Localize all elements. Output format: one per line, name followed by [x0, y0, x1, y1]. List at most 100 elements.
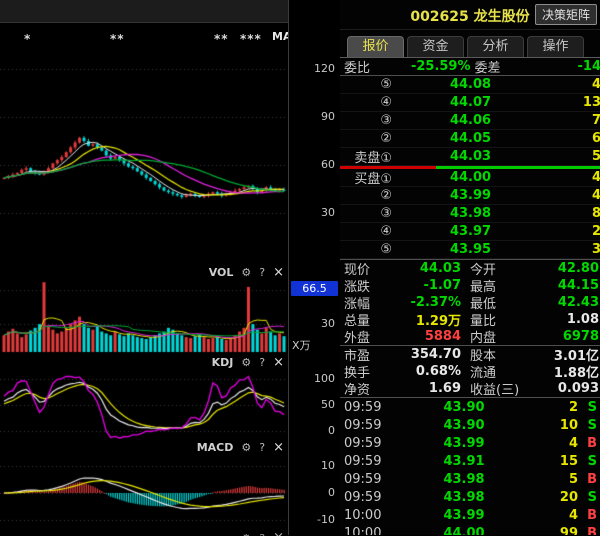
- level-volume: 4: [549, 77, 600, 92]
- tick-side: B: [578, 526, 600, 536]
- info-label: 内盘: [470, 327, 496, 346]
- buy-level-row[interactable]: ④43.972: [340, 223, 600, 241]
- stock-info-grid: 现价44.03今开42.80涨跌-1.07最高44.15涨幅-2.37%最低42…: [340, 260, 600, 397]
- sell-level-row[interactable]: ④44.0713: [340, 94, 600, 112]
- ma-legend-marker: **: [214, 32, 229, 46]
- quote-header: 002625 龙生股份 决策矩阵: [340, 0, 600, 30]
- tick-trade-list[interactable]: 09:5943.902S09:5943.9010S09:5943.994B09:…: [340, 398, 600, 535]
- axis-tick-label: 60: [321, 158, 335, 171]
- tick-time: 09:59: [340, 490, 392, 505]
- level-volume: 4: [549, 170, 600, 185]
- info-row: 净资1.69收益(三)0.093: [340, 380, 600, 397]
- tab-操作[interactable]: 操作: [527, 36, 584, 57]
- weicha-label: 委差: [475, 57, 501, 76]
- sell-level-row[interactable]: ②44.056: [340, 130, 600, 148]
- info-value: 44.03: [370, 261, 464, 276]
- info-cell: 收益(三)0.093: [464, 379, 600, 398]
- close-icon[interactable]: ×: [273, 442, 284, 453]
- tick-trade-row: 09:5943.902S: [340, 398, 600, 416]
- ma-legend-marker: *: [24, 32, 31, 46]
- next-panel-header-partial: ⚙ ? ×: [241, 532, 284, 536]
- kdj-panel-title: KDJ: [212, 356, 234, 369]
- weibi-label: 委比: [344, 57, 370, 76]
- info-value: 354.70: [370, 347, 464, 362]
- help-icon: ?: [259, 532, 265, 536]
- info-value: 5884: [370, 329, 464, 344]
- axis-tick-label: 30: [321, 206, 335, 219]
- level-name: ⑤: [340, 77, 392, 92]
- tick-trade-row: 09:5943.985B: [340, 470, 600, 488]
- tick-side: B: [578, 436, 600, 451]
- axis-tick-label: 100: [314, 372, 335, 385]
- tab-分析[interactable]: 分析: [467, 36, 524, 57]
- close-icon[interactable]: ×: [273, 267, 284, 278]
- buy-level-row[interactable]: ⑤43.953: [340, 241, 600, 259]
- level-price: 44.05: [392, 131, 549, 146]
- sell-level-row[interactable]: ⑤44.084: [340, 76, 600, 94]
- level-volume: 5: [549, 149, 600, 164]
- level-name: ⑤: [340, 242, 392, 257]
- weicha-value: -14: [501, 59, 600, 74]
- chart-panel: 《展开 * ** ** *** MA VOL ⚙ ? ×: [0, 0, 340, 535]
- info-row: 总量1.29万量比1.08: [340, 311, 600, 328]
- info-value: 6978: [496, 329, 600, 344]
- info-row: 外盘5884 内盘6978: [340, 328, 600, 345]
- level-name: 买盘①: [340, 168, 392, 187]
- gear-icon[interactable]: ⚙: [241, 441, 251, 454]
- gear-icon[interactable]: ⚙: [241, 266, 251, 279]
- sell-level-row[interactable]: ③44.067: [340, 112, 600, 130]
- tick-side: S: [578, 454, 600, 469]
- tick-time: 09:59: [340, 454, 392, 469]
- volume-panel: VOL ⚙ ? ×: [0, 264, 288, 354]
- info-value: 44.15: [496, 278, 600, 293]
- tick-side: B: [578, 508, 600, 523]
- info-value: -1.07: [370, 278, 464, 293]
- buy-levels: 买盘①44.004②43.994③43.988④43.972⑤43.953: [340, 169, 600, 259]
- candlestick-canvas[interactable]: [0, 53, 288, 264]
- level-volume: 4: [549, 188, 600, 203]
- help-icon[interactable]: ?: [259, 266, 265, 279]
- tick-price: 43.91: [392, 454, 536, 469]
- info-cell: 外盘5884: [340, 327, 464, 346]
- info-value: 42.80: [496, 261, 600, 276]
- level-price: 44.07: [392, 95, 549, 110]
- level-name: 卖盘①: [340, 147, 392, 166]
- help-icon[interactable]: ?: [259, 356, 265, 369]
- tick-volume: 99: [536, 526, 578, 536]
- level-name: ④: [340, 95, 392, 110]
- tab-资金[interactable]: 资金: [407, 36, 464, 57]
- level-volume: 2: [549, 224, 600, 239]
- sell-level-row[interactable]: 卖盘①44.035: [340, 148, 600, 166]
- gear-icon: ⚙: [241, 532, 251, 536]
- level-price: 43.98: [392, 206, 549, 221]
- tick-price: 43.90: [392, 418, 536, 433]
- axis-tick-label: -10: [317, 513, 335, 526]
- buy-level-row[interactable]: ②43.994: [340, 187, 600, 205]
- trading-terminal: 《展开 * ** ** *** MA VOL ⚙ ? ×: [0, 0, 600, 535]
- buy-level-row[interactable]: 买盘①44.004: [340, 169, 600, 187]
- decision-matrix-button[interactable]: 决策矩阵: [535, 4, 597, 25]
- level-name: ③: [340, 113, 392, 128]
- level-price: 43.99: [392, 188, 549, 203]
- tick-volume: 4: [536, 436, 578, 451]
- buy-level-row[interactable]: ③43.988: [340, 205, 600, 223]
- info-label: 外盘: [344, 327, 370, 346]
- help-icon[interactable]: ?: [259, 441, 265, 454]
- axis-tick-label: 50: [321, 398, 335, 411]
- info-label: 收益(三): [470, 379, 519, 398]
- tick-trade-row: 09:5943.9820S: [340, 488, 600, 506]
- gear-icon[interactable]: ⚙: [241, 356, 251, 369]
- close-icon[interactable]: ×: [273, 357, 284, 368]
- info-row: 换手0.68%流通1.88亿: [340, 363, 600, 380]
- axis-tick-label: 0: [328, 486, 335, 499]
- level-name: ②: [340, 131, 392, 146]
- axis-tick-label: 10: [321, 459, 335, 472]
- kdj-panel-header: KDJ ⚙ ? ×: [212, 356, 284, 369]
- macd-panel-header: MACD ⚙ ? ×: [197, 441, 284, 454]
- tick-trade-row: 09:5943.994B: [340, 434, 600, 452]
- tab-报价[interactable]: 报价: [347, 36, 404, 57]
- tick-side: S: [578, 418, 600, 433]
- macd-panel-title: MACD: [197, 441, 234, 454]
- macd-panel: MACD ⚙ ? × ⚙ ? ×: [0, 439, 288, 536]
- tick-volume: 15: [536, 454, 578, 469]
